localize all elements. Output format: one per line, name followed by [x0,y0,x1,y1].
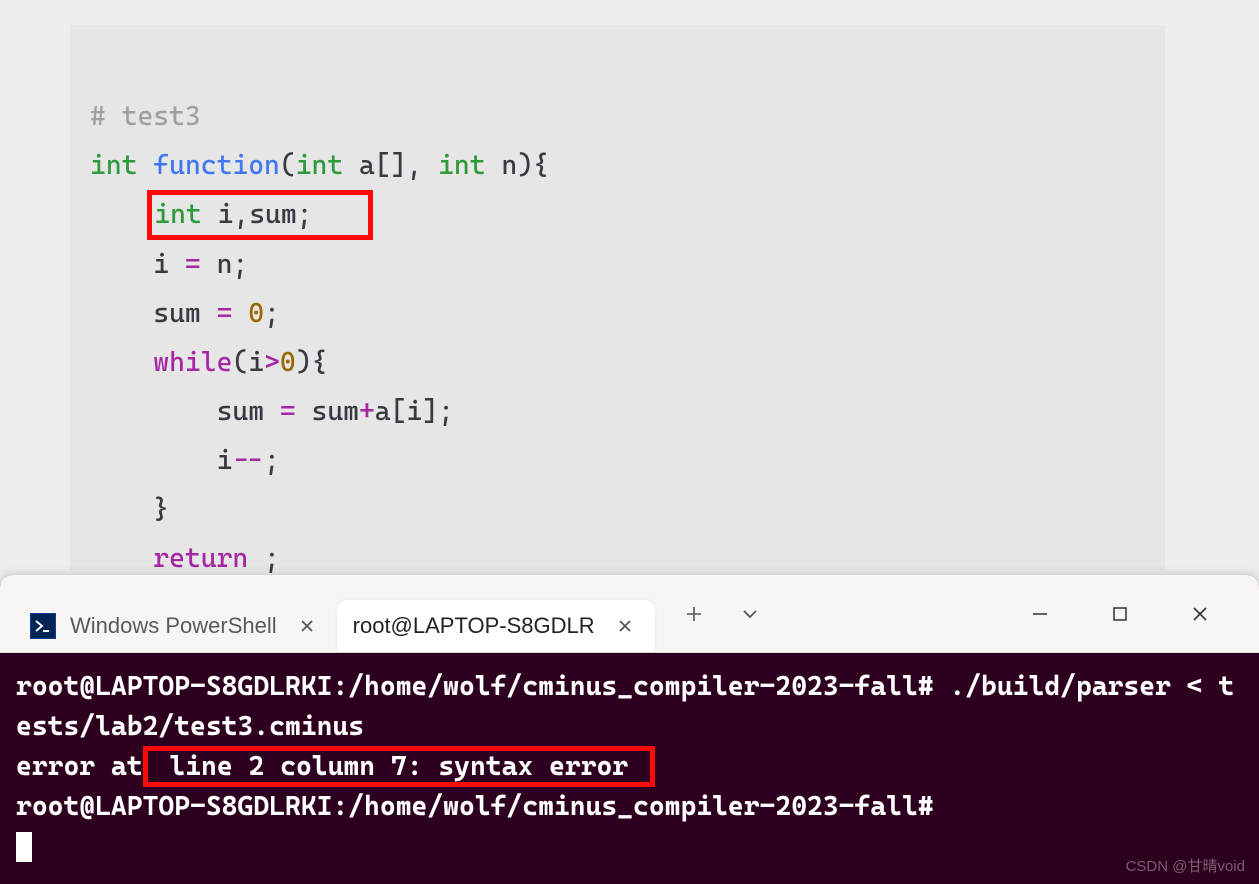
paren-open: ( [280,150,296,181]
param-n: n [501,150,517,181]
terminal-body[interactable]: root@LAPTOP-S8GDLRKI:/home/wolf/cminus_c… [0,653,1259,881]
op-plus: + [359,396,375,427]
line-i: i [153,249,185,280]
i-rhs: n; [201,249,248,280]
op-eq3: = [280,396,296,427]
kw-int: int [90,150,137,181]
tab-dropdown-button[interactable] [735,599,765,629]
semi2: ; [264,445,280,476]
sum-lhs: sum [217,396,280,427]
tab-actions [679,599,765,629]
param-a: a[] [359,150,406,181]
op-dec: -- [232,445,264,476]
num-zero: 0 [248,298,264,329]
terminal-cursor [16,832,32,862]
num-zero2: 0 [280,347,296,378]
tab-root-close[interactable] [609,610,641,642]
close-button[interactable] [1185,599,1215,629]
tab-bar: Windows PowerShell root@LAPTOP-S8GDLR [0,575,1259,653]
code-comment: # test3 [90,101,201,132]
decl-trail: i,sum; [202,199,313,230]
kw-return: return [153,543,248,574]
sum-rhs2: a[i]; [375,396,454,427]
tab-powershell[interactable]: Windows PowerShell [14,600,337,652]
tab-powershell-close[interactable] [291,610,323,642]
comma: , [406,150,438,181]
maximize-button[interactable] [1105,599,1135,629]
tab-root[interactable]: root@LAPTOP-S8GDLR [337,600,655,652]
kw-int-2: int [296,150,343,181]
kw-while: while [153,347,232,378]
terminal-window: Windows PowerShell root@LAPTOP-S8GDLR [0,575,1259,884]
kw-int-3: int [438,150,485,181]
terminal-line-3: root@LAPTOP-S8GDLRKI:/home/wolf/cminus_c… [16,791,949,822]
i-var: i [217,445,233,476]
line-sum: sum [153,298,216,329]
code-editor: # test3 int function(int a[], int n){ in… [70,25,1165,570]
window-controls [1025,599,1259,629]
terminal-error-highlight: line 2 column 7: syntax error [143,746,655,787]
fn-name: function [153,150,280,181]
op-gt: > [264,347,280,378]
while-open: (i [232,347,264,378]
paren-close-brace: ){ [517,150,549,181]
while-close: ){ [296,347,328,378]
tab-powershell-label: Windows PowerShell [70,613,277,639]
powershell-icon [30,613,56,639]
minimize-button[interactable] [1025,599,1055,629]
error-highlight-code: int i,sum; [147,190,373,240]
watermark: CSDN @甘晴void [1126,855,1245,876]
op-eq1: = [185,249,201,280]
semi1: ; [264,298,280,329]
tab-root-label: root@LAPTOP-S8GDLR [353,613,595,639]
terminal-err-pre: error at [16,751,143,782]
terminal-line-1: root@LAPTOP-S8GDLRKI:/home/wolf/cminus_c… [16,671,1234,742]
op-eq2: = [217,298,233,329]
sum-rhs1: sum [296,396,359,427]
return-tail: ; [248,543,280,574]
brace-close-inner: } [153,494,169,525]
new-tab-button[interactable] [679,599,709,629]
kw-int-decl: int [154,199,201,230]
